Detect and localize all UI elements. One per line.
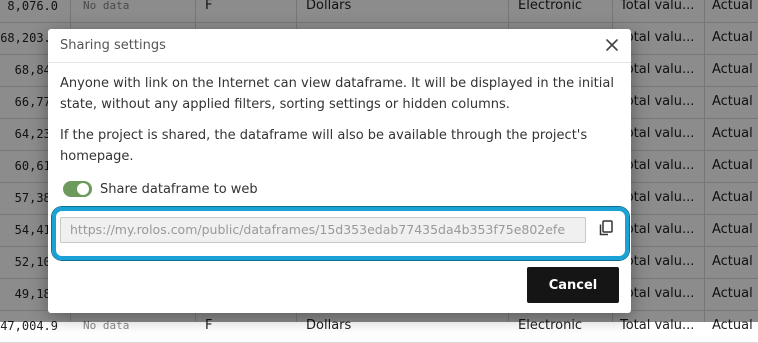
toggle-knob (77, 183, 89, 195)
cancel-button[interactable]: Cancel (527, 267, 619, 303)
dialog-header: Sharing settings (48, 29, 631, 63)
close-button[interactable] (603, 36, 621, 54)
share-url-field[interactable]: https://my.rolos.com/public/dataframes/1… (60, 217, 586, 243)
share-toggle[interactable] (63, 181, 92, 197)
sharing-settings-dialog: Sharing settings Anyone with link on the… (48, 29, 631, 313)
dialog-description: Anyone with link on the Internet can vie… (60, 76, 614, 112)
share-toggle-label: Share dataframe to web (100, 182, 258, 197)
close-icon (606, 39, 618, 51)
dialog-title: Sharing settings (60, 38, 166, 53)
copy-icon (599, 220, 613, 236)
dialog-project-note: If the project is shared, the dataframe … (60, 128, 588, 164)
copy-link-button[interactable] (597, 219, 615, 237)
